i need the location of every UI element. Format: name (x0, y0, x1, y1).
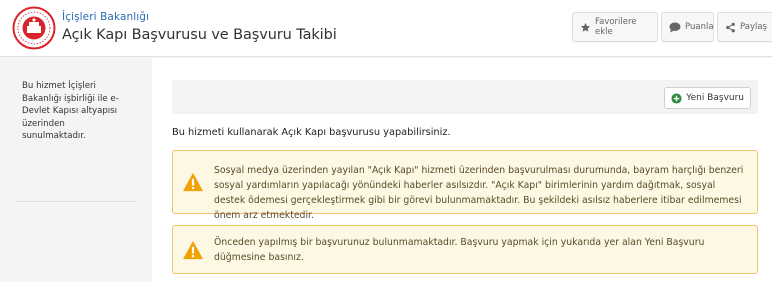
action-toolbar: Yeni Başvuru (172, 80, 758, 114)
main-content: Yeni Başvuru Bu hizmeti kullanarak Açık … (152, 58, 772, 282)
sidebar: Bu hizmet İçişleri Bakanlığı işbirliği i… (0, 58, 152, 282)
speech-bubble-icon (669, 22, 681, 32)
star-icon (580, 22, 591, 32)
warning-alert: Sosyal medya üzerinden yayılan "Açık Kap… (172, 150, 758, 221)
share-button[interactable]: Paylaş (717, 12, 772, 42)
ministry-name[interactable]: İçişleri Bakanlığı (62, 11, 149, 23)
info-alert: Önceden yapılmış bir başvurunuz bulunmam… (172, 225, 758, 274)
new-application-label: Yeni Başvuru (686, 93, 744, 103)
share-icon (726, 22, 735, 32)
ministry-emblem-icon[interactable] (12, 6, 56, 50)
favorite-label: Favorilere ekle (595, 17, 637, 37)
intro-text: Bu hizmeti kullanarak Açık Kapı başvurus… (172, 127, 451, 138)
new-application-button[interactable]: Yeni Başvuru (664, 87, 751, 109)
info-alert-text: Önceden yapılmış bir başvurunuz bulunmam… (214, 237, 705, 263)
favorite-button[interactable]: Favorilere ekle (572, 12, 658, 42)
plus-circle-icon (671, 92, 682, 104)
warning-triangle-icon (183, 240, 203, 259)
page-header: İçişleri Bakanlığı Açık Kapı Başvurusu v… (0, 0, 772, 57)
warning-triangle-icon (183, 172, 203, 192)
warning-alert-text: Sosyal medya üzerinden yayılan "Açık Kap… (214, 165, 744, 221)
rate-button[interactable]: Puanla (661, 12, 714, 42)
share-label: Paylaş (740, 22, 767, 32)
sidebar-divider (16, 201, 136, 202)
page-title: Açık Kapı Başvurusu ve Başvuru Takibi (62, 27, 337, 43)
service-provider-info: Bu hizmet İçişleri Bakanlığı işbirliği i… (22, 81, 119, 141)
rate-label: Puanla (685, 22, 714, 32)
